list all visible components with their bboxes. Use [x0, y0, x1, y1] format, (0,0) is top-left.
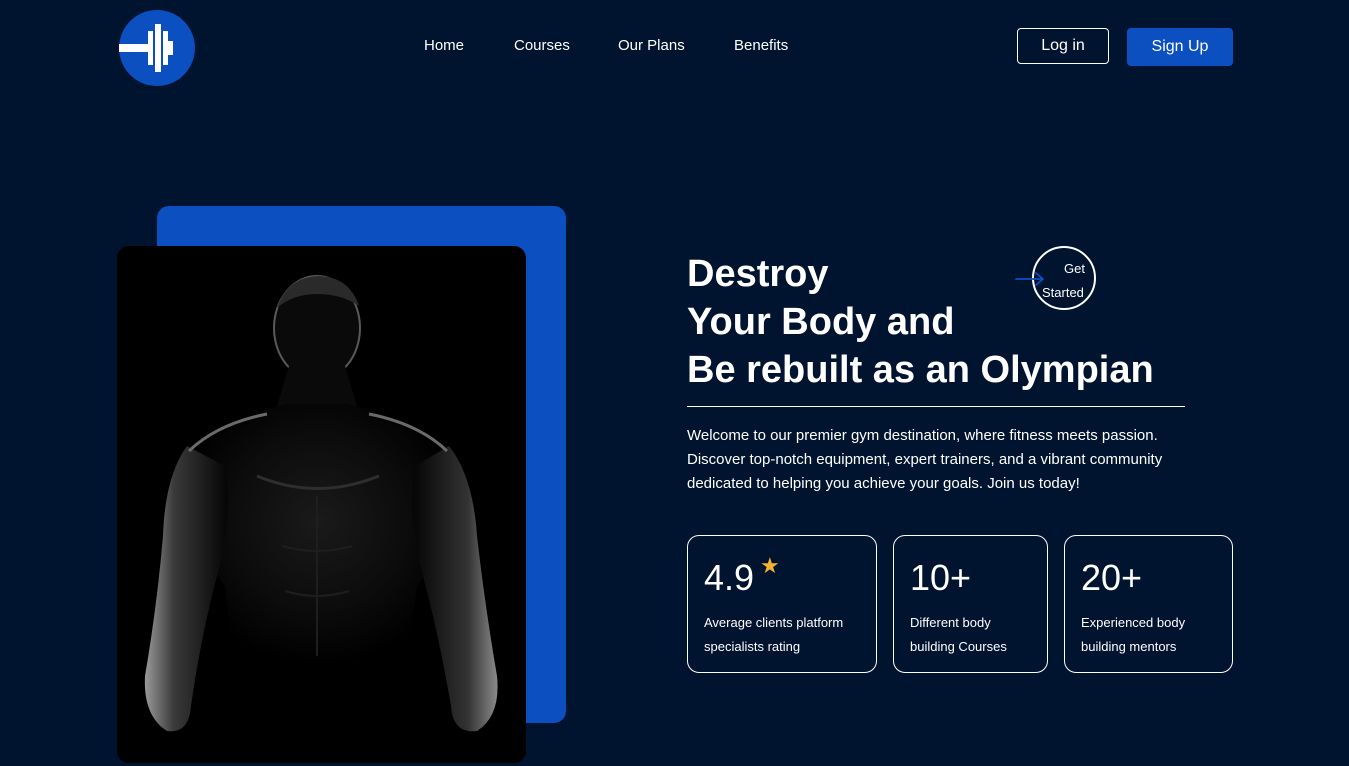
- stat-label-line-1: Experienced body: [1081, 615, 1186, 630]
- stat-card-courses: 10+ Different body building Courses: [893, 535, 1048, 673]
- nav-item-our-plans[interactable]: Our Plans: [618, 37, 685, 54]
- star-icon: ★: [760, 553, 780, 578]
- landing-page: Home Courses Our Plans Benefits Log in S…: [0, 0, 1349, 766]
- headline-line-2: Your Body and: [687, 301, 955, 343]
- dumbbell-icon[interactable]: [119, 10, 195, 86]
- arrow-right-icon: [1015, 272, 1044, 286]
- stat-card-rating: 4.9 ★ Average clients platform specialis…: [687, 535, 877, 673]
- stat-label-line-2: specialists rating: [704, 639, 801, 654]
- get-started-label-line-1[interactable]: Get: [1064, 261, 1085, 276]
- stat-label: Average clients platform specialists rat…: [704, 611, 843, 659]
- nav-item-home[interactable]: Home: [424, 37, 464, 54]
- hero-description: Welcome to our premier gym destination, …: [687, 427, 1163, 492]
- stat-label-line-2: building Courses: [910, 639, 1007, 654]
- stat-label: Different body building Courses: [910, 611, 1007, 659]
- stat-label-line-2: building mentors: [1081, 639, 1177, 654]
- stat-value: 10+: [910, 557, 972, 598]
- nav-item-benefits[interactable]: Benefits: [734, 37, 788, 54]
- get-started-label-line-2[interactable]: Started: [1042, 285, 1084, 300]
- stat-label: Experienced body building mentors: [1081, 611, 1185, 659]
- headline-divider: [687, 406, 1185, 407]
- stat-value: 20+: [1081, 557, 1143, 598]
- stat-value: 4.9: [704, 557, 755, 598]
- login-button[interactable]: Log in: [1017, 28, 1109, 64]
- headline-line-3: Be rebuilt as an Olympian: [687, 349, 1154, 391]
- signup-button[interactable]: Sign Up: [1127, 28, 1233, 66]
- stat-card-mentors: 20+ Experienced body building mentors: [1064, 535, 1233, 673]
- stat-label-line-1: Different body: [910, 615, 991, 630]
- hero-image: [117, 246, 526, 763]
- nav-item-courses[interactable]: Courses: [514, 37, 570, 54]
- stat-label-line-1: Average clients platform: [704, 615, 844, 630]
